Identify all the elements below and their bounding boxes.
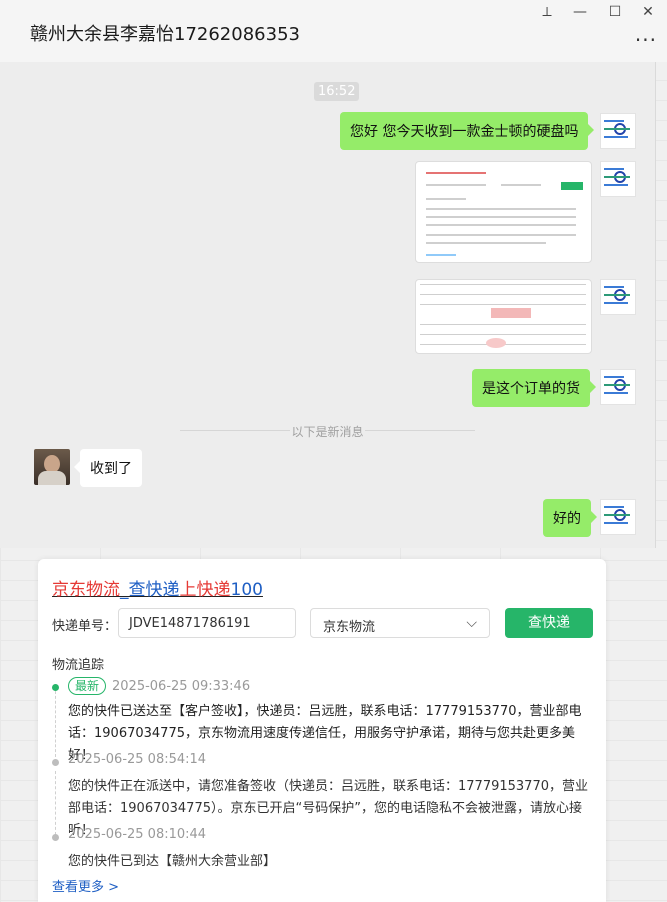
timeline-dot bbox=[52, 834, 59, 841]
event-time-text: 2025-06-25 09:33:46 bbox=[112, 679, 251, 694]
timeline-connector bbox=[55, 771, 57, 835]
tracking-number-label: 快递单号： bbox=[52, 619, 118, 634]
carrier-selected-value: 京东物流 bbox=[323, 620, 376, 635]
chevron-down-icon: ⌵ bbox=[466, 615, 477, 631]
title-part-100: 100 bbox=[230, 580, 263, 600]
chat-window: 赣州大余县李嘉怡17262086353 ⟂ — ☐ ✕ ··· 16:52 您好… bbox=[0, 0, 667, 548]
tracking-number-input[interactable]: JDVE14871786191 bbox=[118, 608, 296, 638]
timeline-dot bbox=[52, 759, 59, 766]
title-part-sep: _ bbox=[120, 580, 129, 600]
event-time: 2025-06-25 08:54:14 bbox=[68, 752, 207, 767]
maximize-icon[interactable]: ☐ bbox=[605, 4, 625, 20]
more-options-icon[interactable]: ··· bbox=[635, 28, 657, 52]
my-avatar[interactable] bbox=[600, 113, 636, 149]
contact-avatar[interactable] bbox=[34, 449, 70, 485]
my-avatar[interactable] bbox=[600, 161, 636, 197]
carrier-select[interactable]: 京东物流 ⌵ bbox=[310, 608, 490, 638]
latest-badge: 最新 bbox=[68, 677, 107, 695]
message-bubble[interactable]: 收到了 bbox=[74, 449, 142, 487]
divider-line-right bbox=[365, 430, 475, 431]
title-part-up: 上快递 bbox=[179, 580, 231, 600]
my-avatar[interactable] bbox=[600, 369, 636, 405]
pin-icon[interactable]: ⟂ bbox=[537, 4, 557, 20]
minimize-icon[interactable]: — bbox=[570, 4, 590, 20]
event-time: 最新 2025-06-25 09:33:46 bbox=[68, 677, 250, 695]
title-part-query: 查快递 bbox=[128, 580, 180, 600]
timeline-connector bbox=[55, 691, 57, 757]
image-message-logistics[interactable] bbox=[415, 161, 592, 263]
search-tracking-button[interactable]: 查快递 bbox=[505, 608, 593, 638]
image-message-order[interactable] bbox=[415, 279, 592, 354]
chat-title: 赣州大余县李嘉怡17262086353 bbox=[30, 24, 300, 45]
close-icon[interactable]: ✕ bbox=[638, 4, 658, 20]
timeline-dot-active bbox=[52, 684, 59, 691]
tracking-section-title: 物流追踪 bbox=[52, 658, 105, 673]
title-bar: 赣州大余县李嘉怡17262086353 ⟂ — ☐ ✕ ··· bbox=[0, 0, 667, 62]
title-part-jd: 京东物流 bbox=[52, 580, 120, 600]
message-bubble[interactable]: 是这个订单的货 bbox=[472, 369, 596, 407]
tracker-title-link[interactable]: 京东物流_查快递上快递100 bbox=[52, 575, 263, 600]
new-messages-divider: 以下是新消息 bbox=[291, 425, 364, 439]
message-bubble[interactable]: 好的 bbox=[543, 499, 597, 537]
tracking-panel: 京东物流_查快递上快递100 快递单号： JDVE14871786191 京东物… bbox=[38, 559, 606, 902]
message-timestamp: 16:52 bbox=[314, 82, 360, 101]
message-bubble[interactable]: 您好 您今天收到一款金士顿的硬盘吗 bbox=[340, 112, 595, 150]
my-avatar[interactable] bbox=[600, 499, 636, 535]
view-more-link[interactable]: 查看更多 > bbox=[52, 876, 119, 895]
my-avatar[interactable] bbox=[600, 279, 636, 315]
event-time: 2025-06-25 08:10:44 bbox=[68, 827, 207, 842]
event-description: 您的快件已到达【赣州大余营业部】 bbox=[68, 854, 277, 869]
